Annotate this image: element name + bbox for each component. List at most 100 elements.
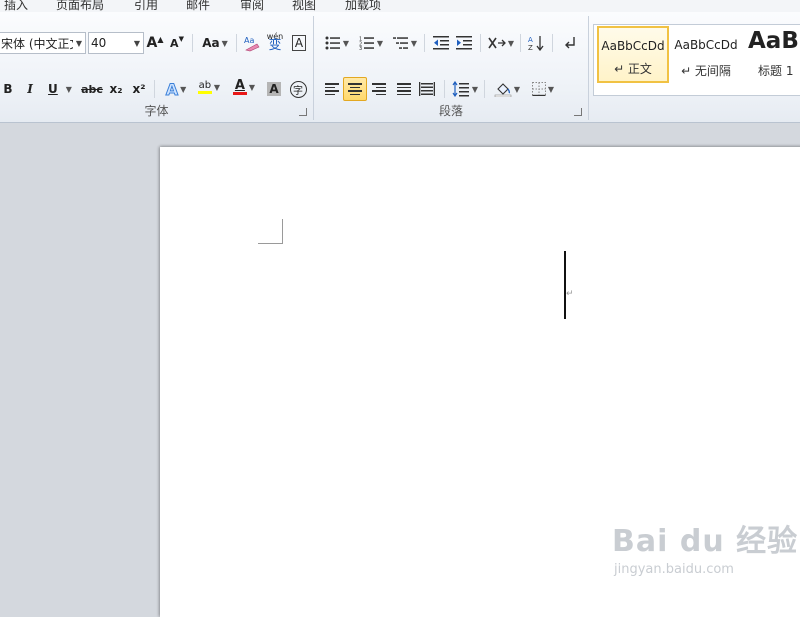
superscript-icon: x² xyxy=(132,82,146,96)
align-center-button[interactable] xyxy=(343,77,367,101)
subscript-icon: x₂ xyxy=(109,82,123,96)
chevron-down-icon: ▼ xyxy=(513,84,521,94)
bullets-button[interactable]: ▼ xyxy=(322,32,352,54)
chevron-down-icon: ▼ xyxy=(342,38,350,48)
font-dialog-launcher-icon[interactable] xyxy=(299,108,307,116)
change-case-button[interactable]: Aa ▼ xyxy=(200,32,230,54)
svg-text:A: A xyxy=(528,36,533,44)
underline-icon: U xyxy=(48,82,58,96)
multilevel-list-button[interactable]: ▼ xyxy=(390,32,420,54)
show-hide-marks-button[interactable] xyxy=(560,32,580,54)
chevron-down-icon: ▼ xyxy=(507,38,515,48)
sort-button[interactable]: A Z xyxy=(526,32,546,54)
style-normal-name: ↵ 正文 xyxy=(614,62,652,76)
italic-button[interactable]: I xyxy=(22,78,38,100)
style-normal-sample: AaBbCcDd xyxy=(601,39,665,53)
divider xyxy=(444,80,445,98)
tab-review[interactable]: 审阅 xyxy=(240,0,264,12)
tab-mailings[interactable]: 邮件 xyxy=(186,0,210,12)
text-effects-button[interactable]: A ▼ xyxy=(162,78,190,100)
chinese-layout-button[interactable]: ▼ xyxy=(486,32,516,54)
paragraph-dialog-launcher-icon[interactable] xyxy=(574,108,582,116)
grow-font-button[interactable]: A ▲ xyxy=(146,32,164,54)
shading-button[interactable]: ▼ xyxy=(492,78,522,100)
font-size-combo[interactable]: 40 ▼ xyxy=(88,32,144,54)
enclose-characters-button[interactable]: 字 xyxy=(288,78,308,100)
phonetic-guide-button[interactable]: wén 变 xyxy=(265,30,285,52)
chevron-down-icon[interactable]: ▼ xyxy=(73,39,85,48)
numbering-button[interactable]: 1 2 3 ▼ xyxy=(356,32,386,54)
decrease-indent-button[interactable] xyxy=(431,32,451,54)
svg-text:Z: Z xyxy=(528,44,533,51)
chevron-down-icon[interactable]: ▼ xyxy=(131,39,143,48)
distributed-button[interactable] xyxy=(417,78,437,100)
tab-insert[interactable]: 插入 xyxy=(4,0,28,12)
borders-button[interactable]: ▼ xyxy=(528,78,558,100)
divider xyxy=(154,80,155,98)
style-no-spacing[interactable]: AaBbCcDd ↵ 无间隔 xyxy=(670,26,742,83)
svg-text:3: 3 xyxy=(359,46,362,50)
change-case-icon: Aa xyxy=(202,36,220,50)
font-color-button[interactable]: A ▼ xyxy=(228,76,260,98)
phonetic-char: 变 xyxy=(268,38,282,53)
superscript-button[interactable]: x² xyxy=(130,78,148,100)
chevron-down-icon: ▼ xyxy=(547,84,555,94)
increase-indent-button[interactable] xyxy=(454,32,474,54)
chevron-down-icon: ▼ xyxy=(471,84,479,94)
line-spacing-button[interactable]: ▼ xyxy=(450,78,480,100)
divider xyxy=(480,34,481,52)
font-color-bar xyxy=(232,92,247,95)
chevron-down-icon: ▼ xyxy=(65,84,72,94)
watermark-url: jingyan.baidu.com xyxy=(614,562,734,577)
align-left-icon xyxy=(325,83,339,95)
multilevel-list-icon xyxy=(392,37,408,49)
divider xyxy=(424,34,425,52)
character-shading-icon: A xyxy=(267,82,281,96)
tab-addins[interactable]: 加载项 xyxy=(345,0,381,12)
font-name-value: 宋体 (中文正文) xyxy=(1,36,73,51)
chevron-down-icon: ▼ xyxy=(410,38,418,48)
enclose-characters-icon: 字 xyxy=(289,80,307,98)
align-left-button[interactable] xyxy=(322,78,342,100)
font-name-combo[interactable]: 宋体 (中文正文) ▼ xyxy=(0,32,86,54)
style-normal[interactable]: AaBbCcDd ↵ 正文 xyxy=(597,26,669,83)
paragraph-group: ▼ 1 2 3 ▼ ▼ ▼ A Z ▼ ▼ ▼ 段落 xyxy=(314,12,588,122)
align-right-icon xyxy=(372,83,386,95)
numbering-icon: 1 2 3 xyxy=(359,37,374,50)
margin-corner-mark xyxy=(258,219,283,244)
justify-button[interactable] xyxy=(394,78,414,100)
svg-text:Aa: Aa xyxy=(244,36,254,45)
highlight-button[interactable]: ab ▼ xyxy=(193,76,225,98)
bullets-icon xyxy=(325,36,340,50)
justify-icon xyxy=(397,83,411,95)
style-heading-1-sample: AaBl xyxy=(748,28,800,54)
sort-icon: A Z xyxy=(528,36,544,51)
style-heading-1[interactable]: AaBl 标题 1 xyxy=(744,26,800,83)
paragraph-mark-icon xyxy=(565,37,575,49)
tab-view[interactable]: 视图 xyxy=(292,0,316,12)
paint-bucket-icon xyxy=(494,83,512,97)
ribbon-tab-bar: 插入 页面布局 引用 邮件 审阅 视图 加载项 xyxy=(0,0,800,12)
styles-gallery: AaBbCcDd ↵ 正文 AaBbCcDd ↵ 无间隔 AaBl 标题 1 xyxy=(593,24,800,96)
divider xyxy=(552,34,553,52)
tab-page-layout[interactable]: 页面布局 xyxy=(56,0,104,12)
chevron-down-icon: ▼ xyxy=(376,38,384,48)
font-group: 宋体 (中文正文) ▼ 40 ▼ A▲ A▼ Aa▼ Aa wén 变 xyxy=(0,12,313,122)
clear-formatting-button[interactable]: Aa xyxy=(242,32,262,54)
character-shading-button[interactable]: A xyxy=(266,78,282,100)
chinese-layout-icon xyxy=(488,37,506,49)
style-heading-1-name: 标题 1 xyxy=(758,64,794,78)
align-center-icon xyxy=(348,83,362,95)
style-no-spacing-name: ↵ 无间隔 xyxy=(681,64,731,78)
decrease-indent-icon xyxy=(433,36,449,50)
watermark-brand: Bai du 经验 xyxy=(612,524,799,559)
bold-icon: B xyxy=(3,82,13,96)
bold-button[interactable]: B xyxy=(0,78,16,100)
tab-references[interactable]: 引用 xyxy=(134,0,158,12)
strikethrough-button[interactable]: abc xyxy=(80,78,104,100)
subscript-button[interactable]: x₂ xyxy=(107,78,125,100)
shrink-font-button[interactable]: A ▼ xyxy=(168,32,186,54)
character-border-button[interactable]: A xyxy=(290,32,308,54)
underline-button[interactable]: U ▼ xyxy=(44,78,76,100)
align-right-button[interactable] xyxy=(369,78,389,100)
